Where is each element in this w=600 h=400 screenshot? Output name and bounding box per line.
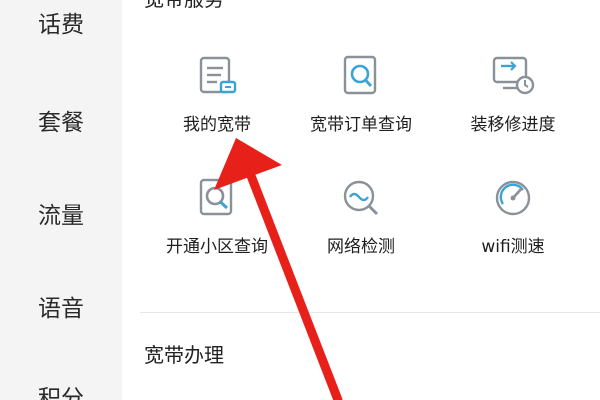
network-check-icon [343, 180, 379, 216]
sidebar-item-phone-bill[interactable]: 话费 [0, 10, 122, 40]
tile-label: 网络检测 [327, 237, 395, 257]
tile-my-broadband[interactable]: 我的宽带 [142, 52, 292, 136]
sidebar-item-data[interactable]: 流量 [0, 201, 122, 231]
tile-label: 我的宽带 [183, 115, 251, 135]
category-sidebar: 话费 套餐 流量 语音 积分 [0, 0, 122, 400]
main-panel: 宽带服务 我的宽带 宽带订单查询 [122, 0, 600, 400]
tile-install-progress[interactable]: 装移修进度 [438, 52, 588, 136]
area-search-icon [199, 178, 233, 216]
speedometer-icon [495, 180, 531, 216]
sidebar-item-voice[interactable]: 语音 [0, 294, 122, 324]
sidebar-item-points[interactable]: 积分 [0, 384, 122, 400]
tile-area-search[interactable]: 开通小区查询 [142, 174, 292, 258]
section-title-broadband-apply: 宽带办理 [144, 343, 224, 367]
install-progress-icon [492, 56, 535, 95]
section-title-broadband-service: 宽带服务 [144, 0, 224, 12]
tile-label: 开通小区查询 [166, 237, 268, 257]
order-search-icon [343, 55, 377, 95]
tile-network-check[interactable]: 网络检测 [286, 174, 436, 258]
tile-wifi-speed-test[interactable]: wifi测速 [438, 174, 588, 258]
section-divider [140, 312, 600, 313]
broadband-card-icon [199, 56, 237, 94]
tile-broadband-order-search[interactable]: 宽带订单查询 [286, 52, 436, 136]
tile-label: 宽带订单查询 [310, 115, 412, 135]
sidebar-item-plan[interactable]: 套餐 [0, 108, 122, 138]
tile-label: 装移修进度 [470, 115, 556, 135]
tile-label: wifi测速 [481, 237, 545, 257]
